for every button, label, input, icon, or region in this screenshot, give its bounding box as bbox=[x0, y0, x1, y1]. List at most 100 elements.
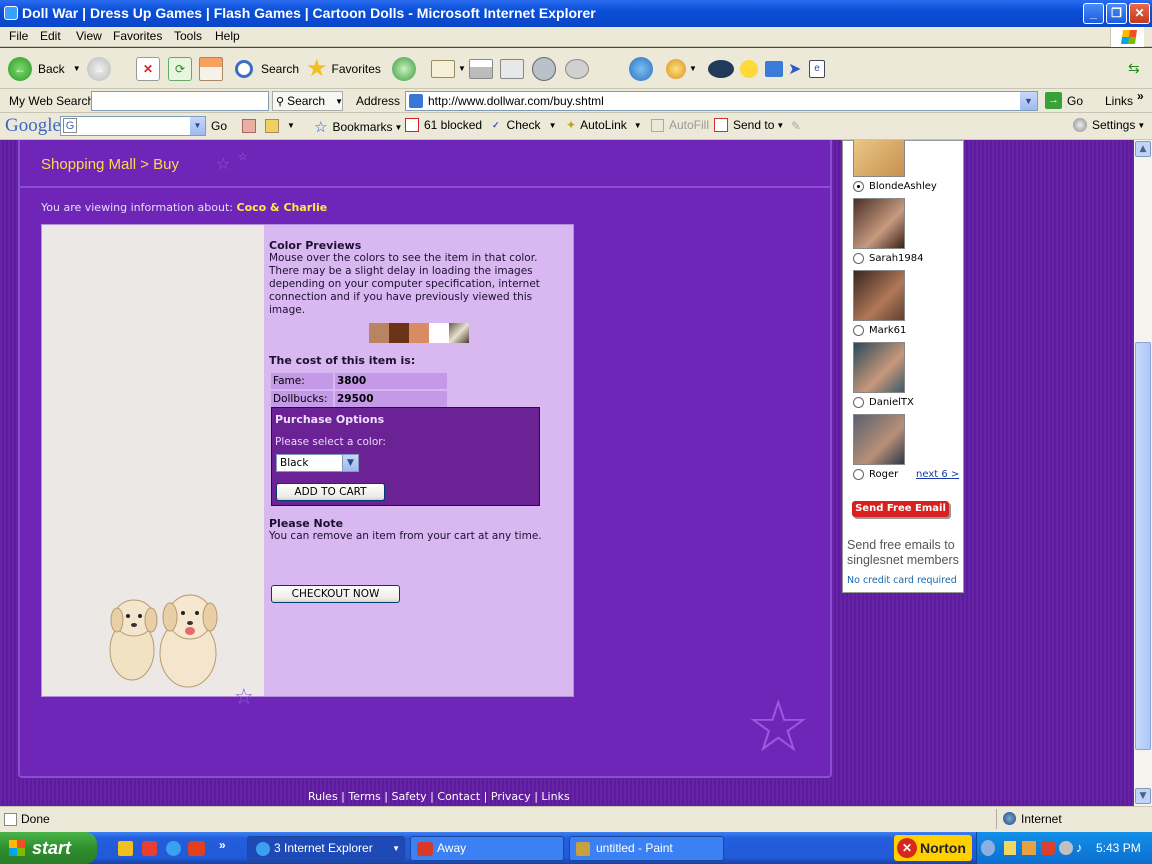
person-sarah1984[interactable] bbox=[853, 198, 905, 249]
maximize-button[interactable]: ❐ bbox=[1106, 3, 1127, 24]
mywebsearch-input[interactable] bbox=[91, 91, 269, 111]
ie-quicklaunch-icon[interactable] bbox=[166, 841, 181, 856]
url-dropdown-icon[interactable]: ▼ bbox=[1020, 92, 1037, 110]
discuss-button[interactable] bbox=[565, 48, 589, 89]
menu-view[interactable]: View bbox=[76, 29, 102, 43]
person-roger[interactable] bbox=[853, 414, 905, 465]
footer-link-safety[interactable]: Safety bbox=[392, 790, 427, 803]
pagerank-icon[interactable] bbox=[265, 119, 279, 133]
radio-danieltx[interactable] bbox=[853, 397, 864, 408]
task-away[interactable]: Away bbox=[410, 836, 564, 861]
person-danieltx[interactable] bbox=[853, 342, 905, 393]
tray-folder-icon[interactable] bbox=[1004, 841, 1016, 855]
radio-blondeashley[interactable] bbox=[853, 181, 864, 192]
tray-aim-icon[interactable] bbox=[1041, 841, 1055, 855]
scroll-up-button[interactable]: ▲ bbox=[1135, 141, 1151, 157]
radio-roger[interactable] bbox=[853, 469, 864, 480]
tray-settings-icon[interactable] bbox=[1059, 841, 1073, 855]
radio-sarah1984[interactable] bbox=[853, 253, 864, 264]
favorites-button[interactable]: ★ Favorites bbox=[306, 48, 381, 89]
forward-button[interactable]: → bbox=[87, 48, 111, 89]
history-button[interactable] bbox=[392, 48, 416, 89]
person-option[interactable]: BlondeAshley bbox=[853, 181, 937, 192]
footer-link-links[interactable]: Links bbox=[541, 790, 569, 803]
menu-tools[interactable]: Tools bbox=[174, 29, 202, 43]
autofill-button[interactable]: AutoFill bbox=[651, 118, 709, 132]
url-field[interactable]: http://www.dollwar.com/buy.shtml ▼ bbox=[405, 91, 1038, 111]
spellcheck-button[interactable]: ✓ Check ▼ bbox=[492, 118, 556, 132]
swatch-orange[interactable] bbox=[409, 323, 429, 343]
back-button[interactable]: ← Back ▼ bbox=[8, 48, 81, 89]
research-button[interactable] bbox=[532, 48, 556, 89]
links-label[interactable]: Links bbox=[1105, 94, 1133, 108]
scroll-down-button[interactable]: ▼ bbox=[1135, 788, 1151, 804]
autolink-button[interactable]: ✦ AutoLink ▼ bbox=[566, 118, 642, 132]
highlighter-icon[interactable]: ✎ bbox=[791, 119, 801, 133]
winamp-button[interactable] bbox=[708, 48, 734, 89]
edit-button[interactable] bbox=[500, 48, 524, 89]
start-button[interactable]: start bbox=[0, 832, 97, 864]
messenger-button[interactable] bbox=[629, 48, 653, 89]
refresh-button[interactable]: ⟳ bbox=[168, 48, 192, 89]
menu-edit[interactable]: Edit bbox=[40, 29, 61, 43]
popup-blocker-button[interactable]: 61 blocked bbox=[405, 118, 482, 132]
swatch-white[interactable] bbox=[429, 323, 449, 343]
add-to-cart-button[interactable]: ADD TO CART bbox=[276, 483, 385, 501]
quicklaunch-chevron-icon[interactable]: » bbox=[219, 838, 226, 852]
links-chevron-icon[interactable]: » bbox=[1137, 89, 1144, 103]
aim-quicklaunch-icon[interactable] bbox=[118, 841, 133, 856]
color-select[interactable]: Black ▼ bbox=[276, 454, 359, 472]
back-dropdown-icon[interactable]: ▼ bbox=[73, 64, 81, 73]
cursor-button[interactable]: ➤ bbox=[788, 48, 801, 89]
person-mark61[interactable] bbox=[853, 270, 905, 321]
person-option[interactable]: Roger bbox=[853, 469, 898, 480]
home-button[interactable] bbox=[199, 48, 223, 89]
send-free-email-button[interactable]: Send Free Email bbox=[852, 501, 949, 517]
menu-favorites[interactable]: Favorites bbox=[113, 29, 162, 43]
footer-link-terms[interactable]: Terms bbox=[348, 790, 380, 803]
person-option[interactable]: DanielTX bbox=[853, 397, 914, 408]
print-button[interactable] bbox=[469, 48, 493, 89]
search-button[interactable]: Search bbox=[235, 48, 299, 89]
ie-page-button[interactable]: e bbox=[809, 48, 825, 89]
pagerank-dropdown-icon[interactable]: ▼ bbox=[287, 121, 295, 130]
footer-link-rules[interactable]: Rules bbox=[308, 790, 338, 803]
scroll-thumb[interactable] bbox=[1135, 342, 1151, 750]
google-dropdown-icon[interactable]: ▼ bbox=[190, 117, 205, 135]
go-button[interactable]: → Go bbox=[1045, 92, 1083, 109]
bookmarks-button[interactable]: ☆ Bookmarks ▼ bbox=[314, 118, 402, 136]
radio-mark61[interactable] bbox=[853, 325, 864, 336]
norton-button[interactable]: ✕ Norton bbox=[894, 835, 972, 861]
task-internet-explorer[interactable]: 3 Internet Explorer ▼ bbox=[247, 836, 405, 861]
menu-file[interactable]: File bbox=[9, 29, 28, 43]
stop-button[interactable]: ✕ bbox=[136, 48, 160, 89]
mail-button[interactable]: ▼ bbox=[431, 48, 466, 89]
aim-quicklaunch-icon-2[interactable] bbox=[188, 841, 205, 856]
monitor-button[interactable] bbox=[765, 48, 783, 89]
news-icon[interactable] bbox=[242, 119, 256, 133]
tray-volume-icon[interactable]: ♪ bbox=[1076, 840, 1083, 855]
mywebsearch-search-button[interactable]: ⚲ Search ▼ bbox=[272, 91, 343, 111]
task-paint[interactable]: untitled - Paint bbox=[569, 836, 724, 861]
menu-help[interactable]: Help bbox=[215, 29, 240, 43]
tray-app-icon[interactable] bbox=[1022, 841, 1036, 855]
settings-button[interactable]: Settings ▼ bbox=[1073, 118, 1145, 132]
swatch-pattern[interactable] bbox=[449, 323, 469, 343]
close-button[interactable]: ✕ bbox=[1129, 3, 1150, 24]
tray-back-icon[interactable] bbox=[981, 840, 995, 856]
next-link[interactable]: next 6 > bbox=[916, 469, 959, 480]
person-blondeashley[interactable] bbox=[853, 140, 905, 177]
swatch-brown[interactable] bbox=[389, 323, 409, 343]
swatch-tan[interactable] bbox=[369, 323, 389, 343]
minimize-button[interactable]: _ bbox=[1083, 3, 1104, 24]
google-search-input[interactable]: G ▼ bbox=[60, 116, 206, 136]
person-option[interactable]: Mark61 bbox=[853, 325, 906, 336]
footer-link-privacy[interactable]: Privacy bbox=[491, 790, 531, 803]
vertical-scrollbar[interactable]: ▲ ▼ bbox=[1134, 140, 1152, 806]
checkout-button[interactable]: CHECKOUT NOW bbox=[271, 585, 400, 603]
person-option[interactable]: Sarah1984 bbox=[853, 253, 924, 264]
mail-quicklaunch-icon[interactable] bbox=[142, 841, 157, 856]
smiley-button[interactable]: ▼ bbox=[666, 48, 697, 89]
footer-link-contact[interactable]: Contact bbox=[437, 790, 480, 803]
emoticon-button[interactable] bbox=[740, 48, 758, 89]
